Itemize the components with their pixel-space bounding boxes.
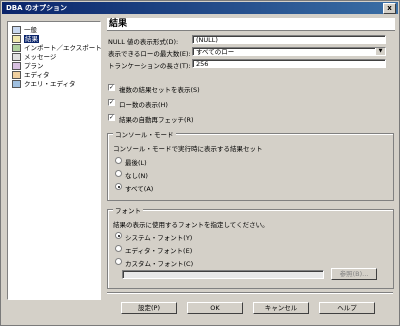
import-export-icon [12, 44, 21, 52]
category-tree: 一般 結果 インポート／エクスポート メッセージ プラン エディタ クエリ・エデ… [7, 21, 102, 300]
editor-font-radio[interactable] [115, 245, 122, 252]
null-display-label: NULL 値の表示形式(D): [108, 38, 179, 46]
button-divider [107, 292, 393, 294]
tree-item-import-export[interactable]: インポート／エクスポート [12, 44, 102, 52]
tree-item-messages[interactable]: メッセージ [12, 53, 56, 61]
system-font-radio[interactable] [115, 232, 122, 239]
console-none-radio[interactable] [115, 170, 122, 177]
show-row-count-label: ロー数の表示(H) [119, 101, 168, 109]
ok-button[interactable]: OK [187, 302, 243, 314]
cancel-button[interactable]: キャンセル [253, 302, 309, 314]
close-button[interactable]: x [383, 3, 396, 14]
custom-font-label: カスタム・フォント(C) [125, 260, 194, 268]
browse-button[interactable]: 参照(B)... [331, 268, 377, 280]
max-rows-label: 表示できるローの最大数(E): [108, 50, 191, 58]
tree-item-plan[interactable]: プラン [12, 62, 44, 70]
chevron-down-icon[interactable]: ▼ [375, 48, 385, 55]
page-title: 結果 [107, 18, 395, 31]
show-row-count-checkbox[interactable]: ✓ [108, 99, 115, 106]
options-dialog: DBA のオプション x 一般 結果 インポート／エクスポート メッセージ プラ… [0, 0, 400, 326]
query-editor-icon [12, 80, 21, 88]
font-desc: 結果の表示に使用するフォントを指定してください。 [113, 221, 269, 229]
general-icon [12, 26, 21, 34]
auto-refetch-label: 結果の自動再フェッチ(R) [119, 116, 194, 124]
title-bar: DBA のオプション x [2, 2, 398, 14]
window-title: DBA のオプション [6, 4, 68, 12]
tree-item-general[interactable]: 一般 [12, 26, 37, 34]
console-last-radio[interactable] [115, 157, 122, 164]
console-all-label: すべて(A) [125, 185, 154, 193]
max-rows-select[interactable]: すべてのロー ▼ [192, 47, 386, 56]
settings-button[interactable]: 設定(P) [121, 302, 177, 314]
tree-item-results[interactable]: 結果 [12, 35, 39, 43]
truncation-label: トランケーションの長さ(T): [108, 62, 191, 70]
font-title: フォント [113, 205, 143, 215]
custom-font-radio[interactable] [115, 258, 122, 265]
editor-font-label: エディタ・フォント(E) [125, 247, 193, 255]
tree-item-query-editor[interactable]: クエリ・エディタ [12, 80, 76, 88]
custom-font-input[interactable] [122, 270, 324, 279]
help-button[interactable]: ヘルプ [319, 302, 375, 314]
console-none-label: なし(N) [125, 172, 148, 180]
messages-icon [12, 53, 21, 61]
auto-refetch-checkbox[interactable]: ✓ [108, 114, 115, 121]
console-mode-title: コンソール・モード [113, 129, 176, 139]
results-icon [12, 35, 21, 43]
console-mode-desc: コンソール・モードで実行時に表示する結果セット [113, 145, 263, 153]
max-rows-value: すべてのロー [196, 48, 235, 56]
tree-item-editor[interactable]: エディタ [12, 71, 50, 79]
show-multiple-results-checkbox[interactable]: ✓ [108, 84, 115, 91]
system-font-label: システム・フォント(Y) [125, 234, 193, 242]
console-last-label: 最後(L) [125, 159, 147, 167]
null-display-input[interactable]: (NULL) [192, 35, 386, 44]
editor-icon [12, 71, 21, 79]
truncation-input[interactable]: 256 [192, 59, 386, 68]
console-all-radio[interactable] [115, 183, 122, 190]
show-multiple-results-label: 複数の結果セットを表示(S) [119, 86, 200, 94]
plan-icon [12, 62, 21, 70]
